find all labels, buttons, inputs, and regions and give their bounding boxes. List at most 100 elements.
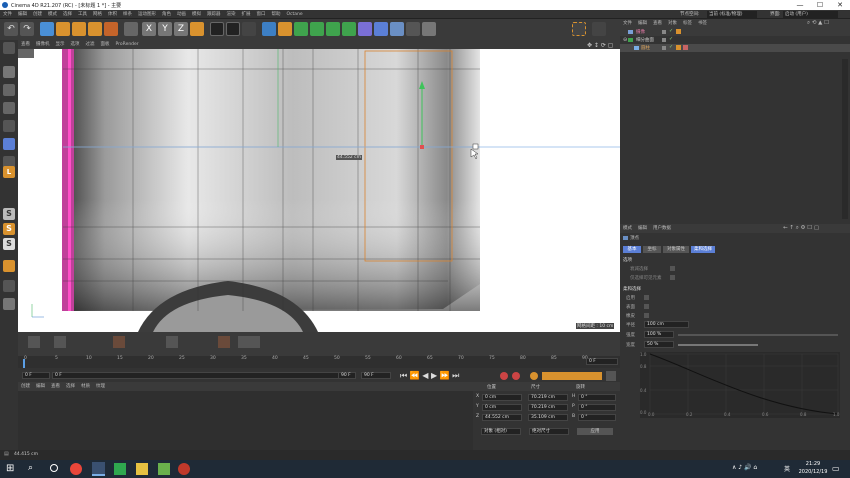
cortana-icon[interactable] — [50, 464, 58, 472]
snap-settings-icon[interactable]: S — [3, 223, 15, 235]
render-settings-icon[interactable] — [242, 22, 256, 36]
menu-octane[interactable]: Octane — [284, 10, 306, 19]
record-icon[interactable] — [500, 372, 508, 380]
visibility-icon[interactable] — [662, 38, 666, 42]
auto-key-icon[interactable] — [512, 372, 520, 380]
menu-render[interactable]: 渲染 — [224, 10, 239, 19]
menu-tools[interactable]: 工具 — [75, 10, 90, 19]
tab-basic[interactable]: 基本 — [623, 246, 641, 253]
input-language[interactable]: 英 — [784, 464, 790, 473]
clock-time[interactable]: 21:29 — [800, 461, 826, 467]
am-menu-mode[interactable]: 模式 — [620, 224, 635, 233]
visibility-icon[interactable] — [662, 46, 666, 50]
menu-edit[interactable]: 编辑 — [15, 10, 30, 19]
scene-icon[interactable] — [374, 22, 388, 36]
app-red-icon[interactable] — [178, 463, 190, 475]
field-icon[interactable] — [358, 22, 372, 36]
enabled-check-icon[interactable]: ✓ — [669, 28, 673, 34]
cube-icon[interactable] — [262, 22, 276, 36]
tab-soft-selection[interactable]: 柔和选择 — [691, 246, 715, 253]
cinema4d-task-icon[interactable] — [92, 462, 105, 476]
dope-sheet-icon[interactable] — [238, 336, 260, 348]
size-field[interactable]: 70.219 cm — [528, 394, 568, 401]
view-menu-camera[interactable]: 摄像机 — [33, 40, 53, 49]
menu-select[interactable]: 选择 — [60, 10, 75, 19]
rubber-checkbox[interactable] — [644, 313, 649, 318]
close-button[interactable]: ✕ — [830, 0, 850, 10]
surface-checkbox[interactable] — [644, 304, 649, 309]
range-end-field[interactable]: 90 F — [338, 372, 356, 379]
solo-icon[interactable]: S — [3, 238, 15, 250]
snap-icon[interactable] — [572, 22, 586, 36]
polygon-object-icon[interactable] — [3, 66, 15, 78]
menu-file[interactable]: 文件 — [0, 10, 15, 19]
strength-field[interactable]: 100 % — [644, 331, 674, 338]
mm-menu-create[interactable]: 创建 — [18, 382, 33, 391]
edges-mode-icon[interactable] — [3, 138, 15, 150]
size-mode-select[interactable]: 绝对尺寸 — [529, 428, 569, 435]
om-menu-edit[interactable]: 编辑 — [635, 19, 650, 28]
size-field[interactable]: 70.219 cm — [528, 404, 568, 411]
y-axis-icon[interactable]: Y — [158, 22, 172, 36]
layout-select[interactable]: 启动 (用户) — [783, 11, 838, 18]
paint-icon[interactable] — [3, 260, 15, 272]
opt-visible-checkbox[interactable] — [670, 275, 675, 280]
view-menu-panel[interactable]: 面板 — [98, 40, 113, 49]
tab-object[interactable]: 对象属性 — [663, 246, 689, 253]
key-selection-icon[interactable] — [530, 372, 538, 380]
falloff-graph[interactable]: 1.0 0.8 0.4 0.0 — [640, 352, 840, 418]
phong-tag-icon[interactable] — [676, 45, 681, 50]
pen-icon[interactable] — [278, 22, 292, 36]
record-key-icon[interactable] — [113, 336, 125, 348]
uvw-tag-icon[interactable] — [683, 45, 688, 50]
view-menu-filter[interactable]: 过滤 — [83, 40, 98, 49]
menu-help[interactable]: 帮助 — [269, 10, 284, 19]
mm-menu-edit[interactable]: 编辑 — [33, 382, 48, 391]
mm-menu-material[interactable]: 材质 — [78, 382, 93, 391]
move-tool-icon[interactable] — [56, 22, 70, 36]
node-space-select[interactable]: 当前 (标准/物理) — [707, 11, 757, 18]
view-menu-display[interactable]: 显示 — [53, 40, 68, 49]
model-mode-icon[interactable] — [3, 42, 15, 54]
deformer-icon[interactable] — [342, 22, 356, 36]
coord-mode-select[interactable]: 对象 (相对) — [481, 428, 521, 435]
list-item[interactable]: 圆柱 ✓ — [620, 44, 850, 52]
list-item[interactable]: 摄像 ✓ — [620, 28, 850, 36]
object-name[interactable]: 圆柱 — [641, 45, 650, 51]
timeline-ruler[interactable]: 0 5 10 15 20 25 30 35 40 45 50 55 60 65 70 75 80 85 90 0 F — [18, 356, 620, 368]
position-field[interactable]: 44.552 cm — [482, 414, 522, 421]
layer-icon[interactable] — [3, 298, 15, 310]
om-menu-object[interactable]: 对象 — [665, 19, 680, 28]
workplane-mode-icon[interactable] — [3, 102, 15, 114]
track-icon[interactable] — [166, 336, 178, 348]
floor-icon[interactable] — [406, 22, 420, 36]
render-picture-viewer-icon[interactable] — [226, 22, 240, 36]
clock-date[interactable]: 2020/12/19 — [796, 469, 830, 475]
axis-lock-icon[interactable] — [124, 22, 138, 36]
position-field[interactable]: 0 cm — [482, 394, 522, 401]
timeline-settings-icon[interactable] — [606, 371, 616, 381]
view-menu-prorender[interactable]: ProRender — [113, 40, 142, 49]
list-item[interactable]: ⊖ 细分曲面 ✓ — [620, 36, 850, 44]
om-menu-bookmarks[interactable]: 书签 — [695, 19, 710, 28]
z-axis-icon[interactable]: Z — [174, 22, 188, 36]
am-menu-edit[interactable]: 编辑 — [635, 224, 650, 233]
mm-menu-texture[interactable]: 纹理 — [93, 382, 108, 391]
am-nav-icons[interactable]: ← ↑ ⌕ ⚙ ☐ ▢ — [780, 224, 822, 233]
menu-window[interactable]: 窗口 — [254, 10, 269, 19]
object-name[interactable]: 摄像 — [636, 29, 645, 35]
object-name[interactable]: 细分曲面 — [636, 37, 654, 43]
axis-mode-icon[interactable]: L — [3, 166, 15, 178]
visibility-icon[interactable] — [662, 30, 666, 34]
chrome-icon[interactable] — [70, 463, 82, 475]
strength-slider[interactable] — [678, 334, 838, 336]
camera-tag-icon[interactable] — [676, 29, 681, 34]
tray-icons[interactable]: ∧ ♪ 🔊 ⌂ — [732, 464, 757, 471]
menu-mesh[interactable]: 网格 — [90, 10, 105, 19]
grid-icon[interactable] — [3, 280, 15, 292]
end-frame-field[interactable]: 90 F — [361, 372, 391, 379]
texture-mode-icon[interactable] — [3, 84, 15, 96]
om-menu-file[interactable]: 文件 — [620, 19, 635, 28]
render-view-icon[interactable] — [210, 22, 224, 36]
view-menu-options[interactable]: 选项 — [68, 40, 83, 49]
